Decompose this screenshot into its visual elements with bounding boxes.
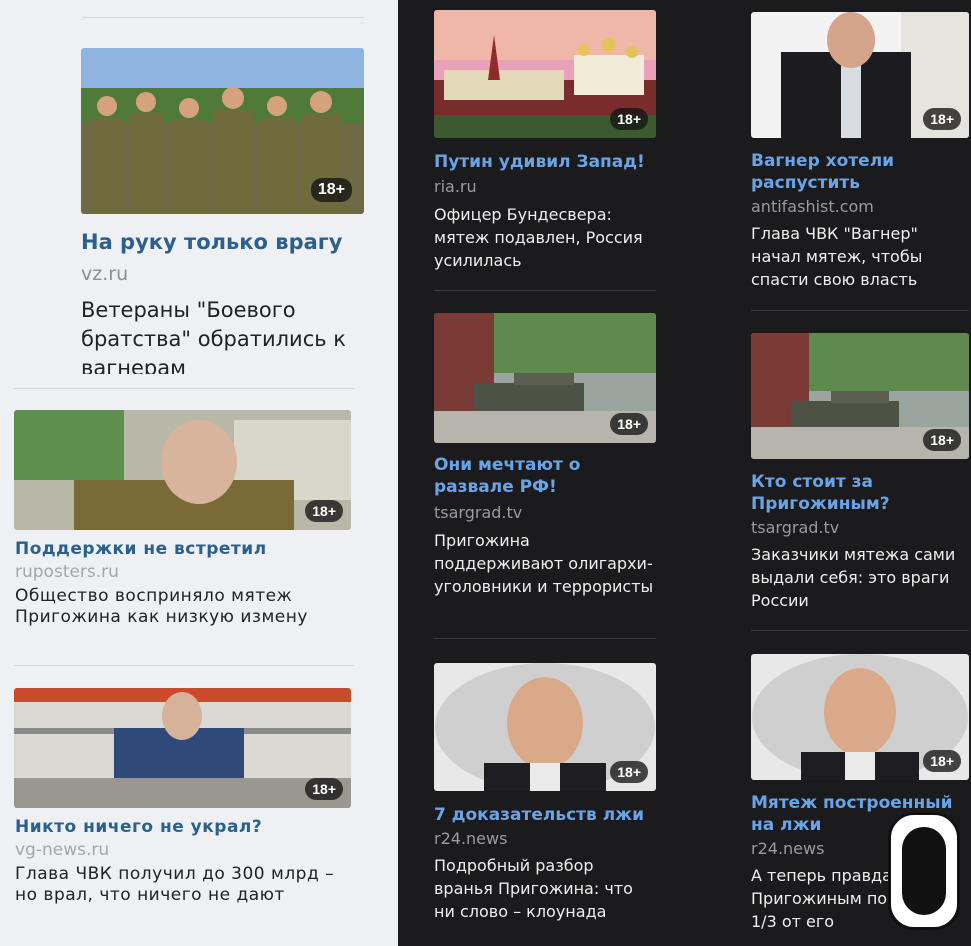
news-description[interactable]: Глава ЧВК "Вагнер" начал мятеж, чтобы сп… — [751, 222, 961, 291]
news-card[interactable]: 18+ Путин удивил Запад! ria.ru Офицер Бу… — [434, 10, 656, 280]
divider — [14, 665, 354, 666]
news-card[interactable]: 18+ Никто ничего не украл? vg-news.ru Гл… — [0, 680, 398, 940]
left-news-panel: 18+ На руку только врагу vz.ru Ветераны … — [0, 0, 398, 946]
divider — [751, 310, 969, 311]
age-badge: 18+ — [305, 778, 343, 800]
news-thumbnail[interactable]: 18+ — [14, 688, 351, 808]
news-card[interactable]: 18+ Вагнер хотели распустить antifashist… — [751, 12, 969, 302]
news-card[interactable]: 18+ Кто стоит за Пригожиным? tsargrad.tv… — [751, 333, 969, 623]
news-source: vz.ru — [81, 263, 129, 285]
news-headline[interactable]: 7 доказательств лжи — [434, 804, 656, 826]
news-headline[interactable]: Поддержки не встретил — [15, 539, 267, 559]
news-thumbnail[interactable]: 18+ — [434, 10, 656, 138]
news-thumbnail[interactable]: 18+ — [751, 12, 969, 138]
news-source: ruposters.ru — [15, 562, 119, 582]
age-badge: 18+ — [610, 108, 648, 130]
news-headline[interactable]: Вагнер хотели распустить — [751, 150, 921, 194]
news-source: antifashist.com — [751, 197, 874, 216]
news-source: tsargrad.tv — [751, 518, 840, 537]
age-badge: 18+ — [310, 178, 352, 202]
news-card[interactable]: 18+ 7 доказательств лжи r24.news Подробн… — [434, 663, 656, 933]
news-headline[interactable]: Никто ничего не украл? — [15, 817, 262, 837]
age-badge: 18+ — [923, 750, 961, 772]
news-thumbnail[interactable]: 18+ — [751, 654, 969, 780]
news-headline[interactable]: Путин удивил Запад! — [434, 151, 656, 173]
age-badge: 18+ — [923, 429, 961, 451]
news-description[interactable]: Офицер Бундесвера: мятеж подавлен, Росси… — [434, 203, 656, 272]
divider — [751, 630, 969, 631]
channel-logo — [888, 812, 960, 930]
prigozhin-photo — [14, 410, 351, 530]
news-description[interactable]: Заказчики мятежа сами выдали себя: это в… — [751, 543, 969, 612]
news-source: ria.ru — [434, 177, 477, 196]
news-source: r24.news — [434, 829, 508, 848]
news-thumbnail[interactable]: 18+ — [81, 48, 364, 214]
news-card[interactable]: 18+ Они мечтают о развале РФ! tsargrad.t… — [434, 313, 656, 623]
seated-man-photo — [14, 688, 351, 808]
news-card[interactable]: 18+ На руку только врагу vz.ru Ветераны … — [0, 0, 398, 385]
news-headline[interactable]: Они мечтают о развале РФ! — [434, 454, 624, 498]
news-thumbnail[interactable]: 18+ — [751, 333, 969, 459]
news-description[interactable]: Общество восприняло мятеж Пригожина как … — [15, 586, 335, 628]
news-description[interactable]: Ветераны "Боевого братства" обратились к… — [81, 296, 371, 374]
news-description[interactable]: Глава ЧВК получил до 300 млрд – но врал,… — [15, 864, 345, 906]
news-headline[interactable]: На руку только врагу — [81, 230, 342, 254]
age-badge: 18+ — [305, 500, 343, 522]
age-badge: 18+ — [610, 761, 648, 783]
divider — [14, 388, 354, 389]
news-thumbnail[interactable]: 18+ — [434, 663, 656, 791]
news-thumbnail[interactable]: 18+ — [434, 313, 656, 443]
news-source: vg-news.ru — [15, 840, 110, 860]
right-news-panel: 18+ Путин удивил Запад! ria.ru Офицер Бу… — [398, 0, 971, 946]
news-description[interactable]: Подробный разбор вранья Пригожина: что н… — [434, 854, 656, 923]
news-thumbnail[interactable]: 18+ — [14, 410, 351, 530]
news-source: tsargrad.tv — [434, 503, 523, 522]
news-description[interactable]: Пригожина поддерживают олигархи-уголовни… — [434, 529, 656, 598]
age-badge: 18+ — [610, 413, 648, 435]
logo-mark-icon — [902, 827, 946, 915]
news-headline[interactable]: Кто стоит за Пригожиным? — [751, 471, 921, 515]
news-card[interactable]: 18+ Поддержки не встретил ruposters.ru О… — [0, 400, 398, 660]
divider — [434, 638, 656, 639]
news-source: r24.news — [751, 839, 825, 858]
age-badge: 18+ — [923, 108, 961, 130]
divider — [434, 290, 656, 291]
